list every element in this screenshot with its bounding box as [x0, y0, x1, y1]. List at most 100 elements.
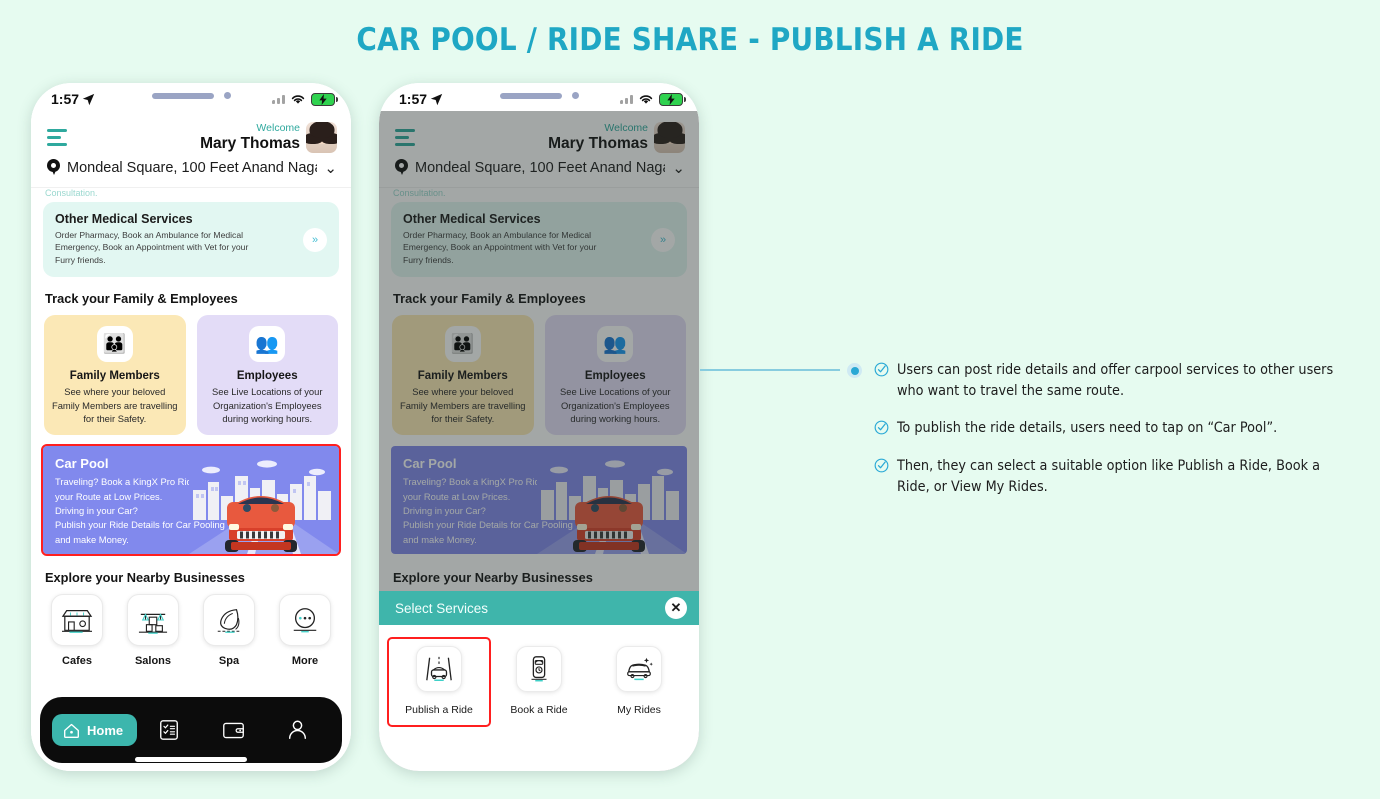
publish-ride-icon — [416, 646, 462, 692]
service-option-my-rides[interactable]: My Rides — [589, 639, 689, 725]
check-circle-icon — [874, 458, 889, 498]
banner-title: Car Pool — [55, 456, 109, 472]
track-section-title: Track your Family & Employees — [393, 291, 586, 307]
track-section-title: Track your Family & Employees — [45, 291, 238, 307]
checklist-icon — [160, 720, 179, 740]
service-option-book-a-ride[interactable]: Book a Ride — [489, 639, 589, 725]
connector-dot — [847, 363, 862, 378]
user-name: Mary Thomas — [200, 135, 300, 153]
annotation-text: Users can post ride details and offer ca… — [897, 362, 1334, 400]
location-selector[interactable]: Mondeal Square, 100 Feet Anand Naga... ⌄ — [379, 157, 699, 177]
other-medical-services-card[interactable]: Other Medical Services Order Pharmacy, B… — [43, 202, 339, 278]
status-time-text: 1:57 — [51, 91, 80, 107]
employees-card: 👥 Employees See Live Locations of your O… — [544, 315, 686, 436]
user-block[interactable]: Welcome Mary Thomas — [200, 121, 337, 153]
clipped-text-above: Consultation. — [393, 188, 446, 197]
sheet-body: Publish a Ride Book a Ride My Rides — [379, 625, 699, 727]
avatar[interactable] — [654, 121, 685, 153]
employees-icon: 👥 — [597, 326, 634, 363]
sheet-title: Select Services — [395, 600, 489, 616]
business-section-title: Explore your Nearby Businesses — [45, 570, 245, 586]
hamburger-menu-icon[interactable] — [395, 128, 415, 146]
location-pin-icon — [47, 159, 60, 177]
wifi-icon — [639, 95, 653, 104]
chevron-down-icon[interactable]: ⌄ — [324, 159, 337, 177]
card-description: See Live Locations of your Organization'… — [212, 386, 323, 425]
business-item-cafes[interactable]: Cafes — [45, 594, 109, 667]
nav-item-orders[interactable] — [137, 719, 201, 741]
service-label: My Rides — [617, 704, 661, 716]
card-title: Employees — [236, 370, 298, 383]
avatar[interactable] — [306, 121, 337, 153]
chevron-down-icon[interactable]: ⌄ — [672, 159, 685, 177]
wallet-icon — [223, 722, 244, 738]
user-name: Mary Thomas — [548, 135, 648, 153]
user-text: Welcome Mary Thomas — [200, 121, 300, 153]
card-description: See Live Locations of your Organization'… — [560, 386, 671, 425]
business-item-spa[interactable]: Spa — [197, 594, 261, 667]
location-pin-icon — [395, 159, 408, 177]
check-circle-icon — [874, 420, 889, 440]
nav-item-wallet[interactable] — [201, 720, 265, 741]
front-camera — [223, 92, 231, 99]
annotation-item: To publish the ride details, users need … — [874, 418, 1354, 440]
earpiece-speaker — [151, 92, 214, 99]
business-label: Cafes — [62, 655, 92, 668]
profile-icon — [289, 720, 307, 739]
card-title: Employees — [584, 370, 646, 383]
close-icon[interactable]: ✕ — [665, 597, 687, 619]
battery-charging-icon — [311, 92, 338, 106]
location-selector[interactable]: Mondeal Square, 100 Feet Anand Naga... ⌄ — [31, 157, 351, 177]
scroll-content[interactable]: Consultation. Other Medical Services Ord… — [31, 188, 351, 771]
red-suv-illustration — [189, 460, 339, 555]
connector-line — [700, 369, 840, 371]
annotation-item: Users can post ride details and offer ca… — [874, 360, 1354, 402]
business-label: Salons — [134, 655, 172, 668]
location-text: Mondeal Square, 100 Feet Anand Naga... — [415, 160, 666, 176]
clipped-text-above: Consultation. — [45, 188, 98, 197]
annotation-text: Then, they can select a suitable option … — [897, 458, 1321, 496]
business-item-more[interactable]: More — [273, 594, 337, 667]
service-label: Publish a Ride — [405, 704, 473, 716]
carpool-banner[interactable]: Car Pool Traveling? Book a KingX Pro Rid… — [41, 444, 341, 557]
card-description: See where your beloved Family Members ar… — [51, 386, 178, 425]
home-indicator — [135, 757, 247, 762]
card-description: See where your beloved Family Members ar… — [399, 386, 526, 425]
salon-icon — [127, 594, 179, 647]
other-medical-services-card: Other Medical Services Order Pharmacy, B… — [391, 202, 687, 278]
welcome-label: Welcome — [256, 121, 300, 134]
more-dots-icon — [279, 594, 331, 647]
phone-mockup-home: 1:57 Welcome Mary Thomas Mondeal Square,… — [31, 83, 351, 771]
track-cards-row: 👪 Family Members See where your beloved … — [379, 306, 699, 436]
status-icons — [272, 92, 338, 106]
nav-item-profile[interactable] — [266, 719, 330, 741]
location-text: Mondeal Square, 100 Feet Anand Naga... — [67, 160, 318, 176]
business-label: Spa — [218, 655, 240, 668]
family-icon: 👪 — [444, 326, 481, 363]
nav-label-home: Home — [87, 722, 124, 738]
check-circle-icon — [874, 362, 889, 402]
front-camera — [571, 92, 579, 99]
cafe-icon — [51, 594, 103, 647]
page-root: CAR POOL / RIDE SHARE - PUBLISH A RIDE 1… — [0, 0, 1380, 799]
page-title: CAR POOL / RIDE SHARE - PUBLISH A RIDE — [356, 22, 1024, 58]
annotation-item: Then, they can select a suitable option … — [874, 456, 1354, 498]
card-title: Family Members — [417, 370, 508, 383]
service-option-publish-a-ride[interactable]: Publish a Ride — [387, 637, 491, 727]
card-description: Order Pharmacy, Book an Ambulance for Me… — [55, 230, 249, 265]
banner-title: Car Pool — [403, 456, 457, 472]
earpiece-speaker — [499, 92, 562, 99]
app-header: Welcome Mary Thomas Mondeal Square, 100 … — [31, 111, 351, 188]
hamburger-menu-icon[interactable] — [47, 128, 67, 146]
annotation-list: Users can post ride details and offer ca… — [874, 360, 1354, 514]
phone-notch — [107, 83, 275, 108]
business-item-salons[interactable]: Salons — [121, 594, 185, 667]
family-members-card[interactable]: 👪 Family Members See where your beloved … — [44, 315, 186, 436]
bottom-navigation: Home — [40, 697, 342, 763]
chevron-right-icon[interactable]: » — [303, 227, 327, 252]
employees-card[interactable]: 👥 Employees See Live Locations of your O… — [196, 315, 338, 436]
user-block[interactable]: Welcome Mary Thomas — [548, 121, 685, 153]
carpool-banner: Car Pool Traveling? Book a KingX Pro Rid… — [391, 446, 687, 555]
phone-mockup-select-services: 1:57 Welcome Mary Thomas Mondeal Square,… — [379, 83, 699, 771]
nav-item-home[interactable]: Home — [52, 714, 138, 746]
